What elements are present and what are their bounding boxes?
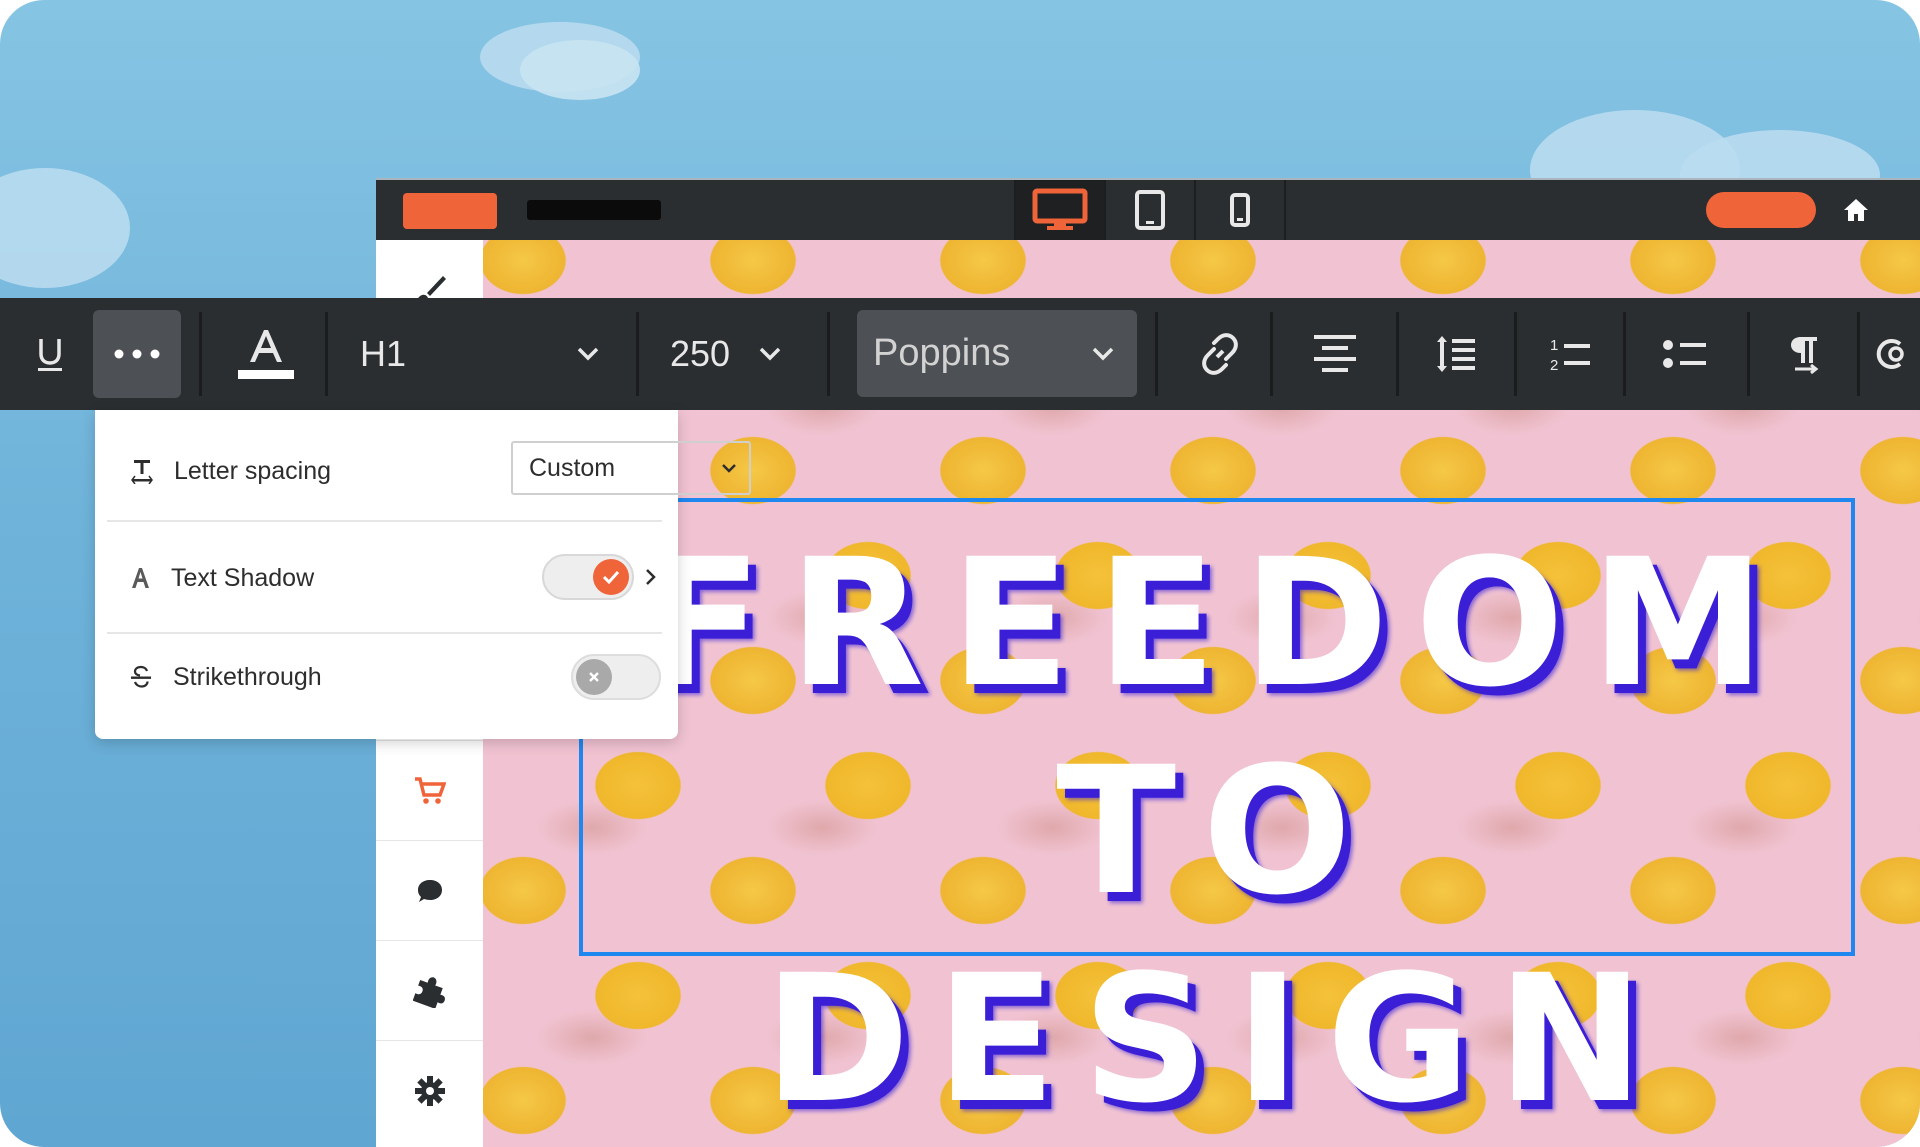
brand-button[interactable] <box>403 193 497 229</box>
heading-level-dropdown[interactable]: H1 <box>345 298 615 410</box>
chevron-down-icon <box>1092 347 1114 360</box>
toolbar-divider <box>1270 312 1273 396</box>
clear-format-button[interactable] <box>1870 298 1920 410</box>
home-button[interactable] <box>1838 192 1874 228</box>
gear-icon <box>414 1075 445 1106</box>
text-shadow-toggle[interactable] <box>542 554 634 600</box>
chevron-down-icon <box>759 347 781 361</box>
toolbar-divider <box>1747 312 1750 396</box>
tablet-icon <box>1135 190 1165 230</box>
toolbar-divider <box>1514 312 1517 396</box>
headline-line-1: FREEDOM <box>642 521 1792 726</box>
text-shadow-icon <box>132 568 149 588</box>
font-size-value: 250 <box>670 333 731 374</box>
site-name-placeholder <box>527 200 661 220</box>
text-direction-button[interactable] <box>1755 298 1855 410</box>
app-background: FREEDOM TO DESIGN H1 250 Poppins 1 2 Let… <box>0 0 1920 1147</box>
link-icon <box>1202 333 1238 375</box>
circle-arrow-icon <box>1876 339 1904 369</box>
bullet-list-icon <box>1663 340 1706 368</box>
sidebar-item-apps[interactable] <box>376 940 483 1040</box>
chevron-down-icon <box>722 464 736 473</box>
font-family-value: Poppins <box>873 332 1011 374</box>
underline-button[interactable] <box>12 298 88 410</box>
toolbar-divider <box>1857 312 1860 396</box>
mobile-icon <box>1230 193 1250 227</box>
headline-text[interactable]: FREEDOM TO DESIGN <box>579 520 1855 1144</box>
sidebar-item-store[interactable] <box>376 740 483 840</box>
home-icon <box>1844 199 1868 221</box>
publish-button[interactable] <box>1706 192 1816 228</box>
mobile-view-button[interactable] <box>1194 180 1284 240</box>
text-shadow-label: Text Shadow <box>171 563 315 592</box>
panel-divider <box>107 632 662 634</box>
strikethrough-toggle[interactable] <box>571 654 661 700</box>
toolbar-divider <box>325 312 328 396</box>
heading-level-value: H1 <box>360 333 407 374</box>
numbered-list-icon: 1 2 <box>1550 337 1590 373</box>
editor-topbar <box>376 178 1920 240</box>
align-center-button[interactable] <box>1285 298 1385 410</box>
topbar-divider <box>1284 180 1286 240</box>
toolbar-divider <box>1155 312 1158 396</box>
letter-spacing-icon <box>131 460 153 484</box>
text-color-icon <box>238 330 294 379</box>
font-family-dropdown[interactable]: Poppins <box>857 310 1137 397</box>
toolbar-divider <box>1396 312 1399 396</box>
chevron-down-icon <box>577 347 599 361</box>
panel-divider <box>107 520 662 522</box>
numbered-list-button[interactable]: 1 2 <box>1520 298 1620 410</box>
toolbar-divider <box>827 312 830 396</box>
paragraph-direction-icon <box>1791 337 1819 375</box>
puzzle-icon <box>412 976 445 1008</box>
line-height-button[interactable] <box>1406 298 1506 410</box>
chevron-right-icon[interactable] <box>645 568 657 586</box>
toggle-knob-off <box>576 659 612 695</box>
sidebar-item-chat[interactable] <box>376 840 483 940</box>
toolbar-divider <box>636 312 639 396</box>
align-center-icon <box>1314 335 1356 372</box>
sidebar-item-settings[interactable] <box>376 1040 483 1140</box>
link-button[interactable] <box>1170 298 1270 410</box>
underline-icon <box>38 339 62 371</box>
toolbar-divider <box>199 312 202 396</box>
line-height-icon <box>1437 336 1475 372</box>
more-options-button[interactable] <box>93 310 181 398</box>
close-icon <box>589 672 599 682</box>
more-options-panel: Letter spacing Custom Text Shadow Strike <box>95 410 751 739</box>
cloud-decoration <box>520 40 640 100</box>
toggle-knob-on <box>593 559 629 595</box>
tablet-view-button[interactable] <box>1104 180 1194 240</box>
text-format-toolbar: H1 250 Poppins 1 2 <box>0 298 1920 410</box>
headline-line-2: TO DESIGN <box>763 729 1671 1142</box>
letter-spacing-value: Custom <box>529 453 616 482</box>
font-size-dropdown[interactable]: 250 <box>656 298 796 410</box>
checkmark-icon <box>602 570 620 584</box>
cart-icon <box>414 776 446 804</box>
svg-text:1: 1 <box>1550 337 1558 354</box>
more-dots-icon <box>114 349 160 359</box>
letter-spacing-select[interactable]: Custom <box>511 441 751 495</box>
cloud-decoration <box>0 168 130 288</box>
letter-spacing-label: Letter spacing <box>174 456 332 485</box>
chat-icon <box>417 879 442 902</box>
desktop-view-button[interactable] <box>1014 180 1104 240</box>
strikethrough-label: Strikethrough <box>173 662 322 691</box>
svg-text:2: 2 <box>1550 357 1558 373</box>
strikethrough-icon <box>131 665 151 688</box>
desktop-icon <box>1032 188 1088 230</box>
text-color-button[interactable] <box>220 298 312 410</box>
bullet-list-button[interactable] <box>1635 298 1735 410</box>
toolbar-divider <box>1623 312 1626 396</box>
